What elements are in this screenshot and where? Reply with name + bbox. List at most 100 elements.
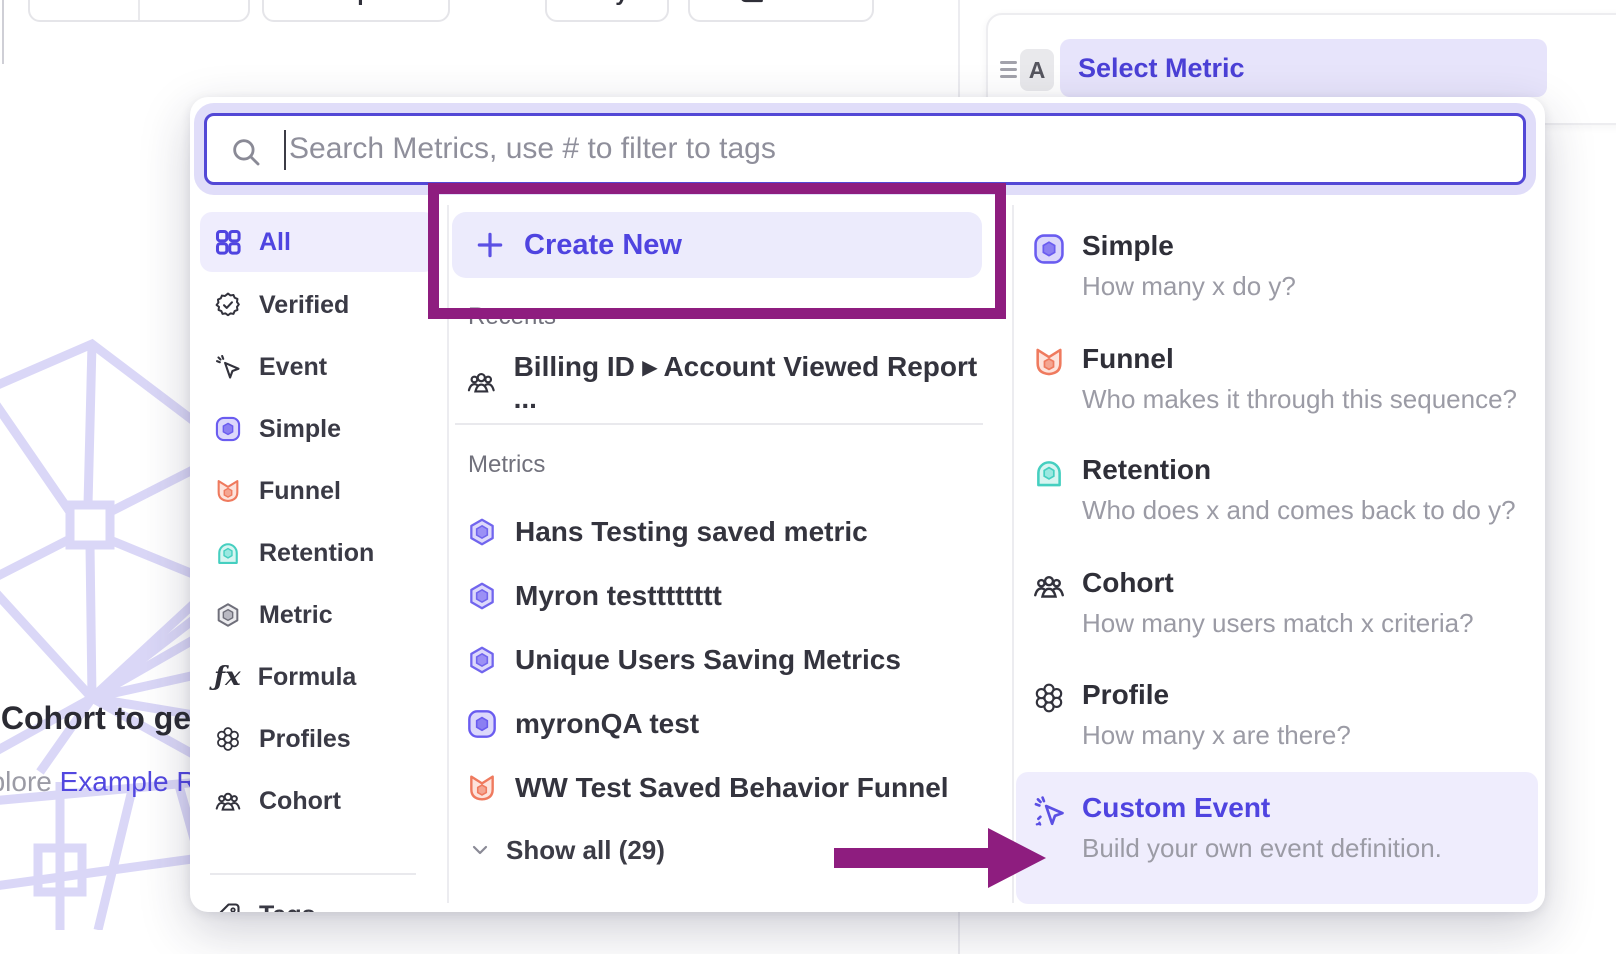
select-metric-label: Select Metric <box>1078 53 1245 84</box>
type-item-custom-event[interactable]: Custom Event Build your own event defini… <box>1016 792 1538 892</box>
annotation-arrow-icon <box>828 822 1052 894</box>
metric-list-item[interactable]: Unique Users Saving Metrics <box>466 640 986 680</box>
tag-icon <box>214 901 242 912</box>
sidebar-item-simple[interactable]: Simple <box>214 399 429 459</box>
sidebar-item-label: Profiles <box>259 725 351 754</box>
time-range-ytd-label: YTD <box>157 0 203 6</box>
time-range-segmented-control[interactable]: 12M YTD <box>28 0 250 22</box>
recent-item-label: Billing ID ▸ Account Viewed Report ... <box>514 350 986 415</box>
select-metric-field[interactable]: Select Metric <box>1060 39 1547 97</box>
chart-type-label: Line <box>777 0 824 6</box>
time-range-ytd-button[interactable]: YTD <box>138 0 248 20</box>
time-range-12m-button[interactable]: 12M <box>30 0 138 20</box>
sidebar-item-retention[interactable]: Retention <box>214 523 429 583</box>
sidebar-divider <box>210 873 416 875</box>
metric-hexagon-icon <box>214 601 242 629</box>
sidebar-item-funnel[interactable]: Funnel <box>214 461 429 521</box>
type-title: Profile <box>1082 679 1169 711</box>
time-range-12m-label: 12M <box>62 0 107 6</box>
sidebar-item-label: Formula <box>258 663 357 692</box>
chart-type-button[interactable]: Line <box>688 0 874 22</box>
metric-item-label: myronQA test <box>515 708 699 740</box>
example-link[interactable]: Example R <box>60 766 197 797</box>
simple-icon <box>1032 232 1066 266</box>
sidebar-item-label: Verified <box>259 291 349 320</box>
funnel-icon <box>1032 345 1066 379</box>
metric-list-item[interactable]: WW Test Saved Behavior Funnel <box>466 768 986 808</box>
chevron-down-icon <box>468 838 492 862</box>
type-description: Build your own event definition. <box>1082 833 1442 864</box>
app-screenshot: 12M YTD Compare Day Line A Select Metric <box>0 0 1616 954</box>
sidebar-item-event[interactable]: Event <box>214 337 429 397</box>
recent-item-row[interactable]: Billing ID ▸ Account Viewed Report ... <box>466 362 986 402</box>
search-icon <box>229 135 263 169</box>
type-item-cohort[interactable]: Cohort How many users match x criteria? <box>1016 567 1538 667</box>
empty-state-subtext-prefix: explore <box>0 766 60 797</box>
metric-list-item[interactable]: Hans Testing saved metric <box>466 512 986 552</box>
verified-badge-icon <box>214 291 242 319</box>
sidebar-item-label: Event <box>259 353 327 382</box>
event-cursor-icon <box>214 353 242 381</box>
drag-handle-icon[interactable] <box>1000 61 1017 82</box>
metric-item-label: Myron testttttttt <box>515 580 722 612</box>
sidebar-item-label: Cohort <box>259 787 341 816</box>
chevron-down-icon <box>211 0 231 2</box>
metric-list-item[interactable]: Myron testttttttt <box>466 576 986 616</box>
type-description: Who makes it through this sequence? <box>1082 384 1517 415</box>
saved-metric-icon <box>466 516 498 548</box>
sidebar-item-label: Tags <box>259 901 316 913</box>
sidebar-item-verified[interactable]: Verified <box>214 275 429 335</box>
type-item-retention[interactable]: Retention Who does x and comes back to d… <box>1016 454 1538 554</box>
type-description: Who does x and comes back to do y? <box>1082 495 1516 526</box>
sidebar-item-all[interactable]: All <box>214 212 429 272</box>
metric-search-box[interactable] <box>204 113 1526 185</box>
metric-item-label: Unique Users Saving Metrics <box>515 644 901 676</box>
funnel-icon <box>214 477 242 505</box>
sidebar-item-tags-partial[interactable]: Tags <box>214 885 429 912</box>
sidebar-item-label: All <box>259 228 291 257</box>
formula-icon: ƒx <box>214 662 241 692</box>
cohort-icon <box>1032 569 1066 603</box>
retention-icon <box>214 539 242 567</box>
profiles-icon <box>1032 681 1066 715</box>
empty-state-headline: or Cohort to ge <box>0 700 191 737</box>
granularity-button[interactable]: Day <box>545 0 669 22</box>
type-description: How many users match x criteria? <box>1082 608 1474 639</box>
sidebar-item-formula[interactable]: ƒx Formula <box>214 647 429 707</box>
metric-search-input[interactable] <box>289 116 1489 182</box>
type-title: Cohort <box>1082 567 1174 599</box>
retention-icon <box>1032 456 1066 490</box>
column-divider <box>1012 205 1014 903</box>
saved-metric-icon <box>466 580 498 612</box>
type-description: How many x do y? <box>1082 271 1296 302</box>
sidebar-item-metric[interactable]: Metric <box>214 585 429 645</box>
show-all-button[interactable]: Show all (29) <box>468 830 665 870</box>
type-description: How many x are there? <box>1082 720 1351 751</box>
type-item-profile[interactable]: Profile How many x are there? <box>1016 679 1538 779</box>
simple-icon <box>214 415 242 443</box>
metric-item-label: Hans Testing saved metric <box>515 516 868 548</box>
sidebar-item-label: Metric <box>259 601 333 630</box>
type-item-simple[interactable]: Simple How many x do y? <box>1016 230 1538 330</box>
cohort-icon <box>466 366 497 398</box>
annotation-highlight-box <box>428 183 1006 319</box>
left-edge-divider <box>2 0 4 64</box>
type-title: Custom Event <box>1082 792 1270 824</box>
metric-list-item[interactable]: myronQA test <box>466 704 986 744</box>
series-badge: A <box>1020 49 1054 91</box>
type-item-funnel[interactable]: Funnel Who makes it through this sequenc… <box>1016 343 1538 443</box>
text-cursor <box>284 130 286 170</box>
line-chart-icon <box>737 0 765 6</box>
simple-icon <box>466 708 498 740</box>
sidebar-item-cohort[interactable]: Cohort <box>214 771 429 831</box>
section-divider <box>455 423 983 425</box>
funnel-icon <box>466 772 498 804</box>
metrics-section-label: Metrics <box>468 451 545 479</box>
compare-button[interactable]: Compare <box>262 0 450 22</box>
background-wireframe-graphic <box>0 330 200 930</box>
sidebar-item-profiles[interactable]: Profiles <box>214 709 429 769</box>
saved-metric-icon <box>466 644 498 676</box>
type-title: Simple <box>1082 230 1174 262</box>
type-title: Funnel <box>1082 343 1174 375</box>
empty-state-subtext: explore Example R <box>0 766 197 798</box>
